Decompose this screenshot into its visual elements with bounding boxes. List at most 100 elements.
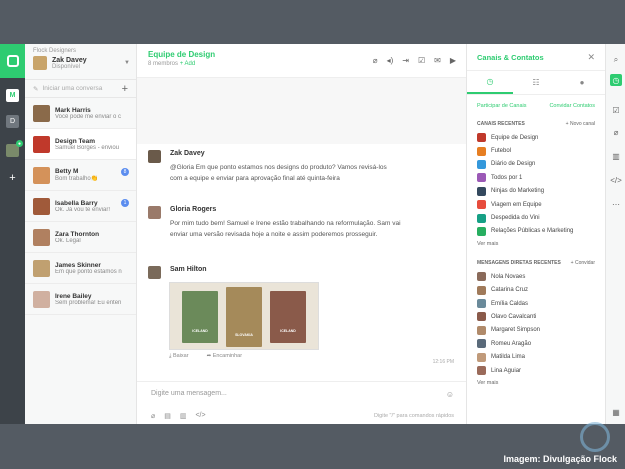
contact-item-label: Margaret Simpson	[491, 327, 541, 334]
contact-item[interactable]: Margaret Simpson	[467, 324, 605, 337]
files-icon[interactable]: ⌀	[610, 126, 622, 138]
contact-item[interactable]: Lina Aguiar	[467, 364, 605, 377]
composer: Digite uma mensagem... ☺ ⌀ ▤ ▥ </> Digit…	[137, 381, 466, 424]
message-input[interactable]: Digite uma mensagem...	[151, 390, 227, 397]
contact-item[interactable]: Nola Novaes	[467, 270, 605, 283]
invite-contacts-link[interactable]: Convidar Contatos	[549, 103, 595, 109]
conversation-preview: Ok. Já vou te enviar!	[55, 206, 111, 213]
channel-item-label: Futebol	[491, 148, 512, 155]
more-icon[interactable]: ⋯	[610, 198, 622, 210]
team-header[interactable]: Flock Designers Zak Davey Disponível ▼	[25, 44, 136, 80]
download-button[interactable]: ⤓ Baixar	[169, 353, 189, 360]
polls-icon[interactable]: ▥	[610, 150, 622, 162]
contact-item[interactable]: Romeu Aragão	[467, 337, 605, 350]
new-channel-button[interactable]: + Novo canal	[566, 121, 595, 127]
close-icon[interactable]: ✕	[587, 52, 595, 63]
conversation-item[interactable]: Zara Thornton Ok. Legal	[25, 222, 136, 253]
start-conversation[interactable]: ✎ Iniciar uma conversa +	[25, 80, 136, 98]
workspace-m[interactable]: M	[6, 89, 19, 102]
conversation-item[interactable]: Irene Bailey Sem problema! Eu enten	[25, 284, 136, 315]
see-more-dms[interactable]: Ver mais	[467, 377, 605, 389]
avatar	[33, 135, 50, 153]
invite-button[interactable]: + Convidar	[571, 260, 595, 266]
message-timestamp: 12:16 PM	[432, 359, 454, 365]
message: Sam Hilton	[148, 266, 458, 279]
conversation-item[interactable]: Design Team Samuel Borges - enviou	[25, 129, 136, 160]
message-history-area	[137, 78, 466, 144]
message-author[interactable]: Gloria Rogers	[170, 206, 458, 213]
see-more-channels[interactable]: Ver mais	[467, 238, 605, 250]
plus-icon[interactable]: +	[122, 83, 128, 95]
channel-item[interactable]: Ninjas do Marketing	[467, 185, 605, 198]
channel-item[interactable]: Viagem em Equipe	[467, 198, 605, 211]
avatar	[148, 150, 161, 163]
shared-image[interactable]: ICELAND SLOVAKIA ICELAND	[169, 282, 319, 350]
add-member-link[interactable]: + Add	[180, 61, 196, 67]
conversation-preview: Ok. Legal	[55, 237, 81, 244]
checkbox-icon[interactable]: ☑	[418, 56, 425, 65]
conversation-preview: Você pode me enviar o c	[55, 113, 122, 120]
poster-label: SLOVAKIA	[235, 333, 253, 337]
channel-item-avatar	[477, 226, 486, 236]
contact-item[interactable]: Catarina Cruz	[467, 284, 605, 297]
conversation-name: Design Team	[55, 137, 95, 145]
join-channels-link[interactable]: Participar de Canais	[477, 103, 527, 109]
channel-item[interactable]: Relações Públicas e Marketing	[467, 225, 605, 238]
snippets-icon[interactable]: </>	[610, 174, 622, 186]
forward-button[interactable]: ➦ Encaminhar	[207, 353, 243, 360]
avatar	[33, 197, 50, 215]
workspace-image[interactable]: ●	[6, 140, 23, 157]
attachment-icon[interactable]: ⌀	[373, 56, 378, 65]
add-workspace-icon[interactable]: +	[6, 171, 19, 184]
flock-app: M D ● + Flock Designers Zak Davey Dispon…	[0, 44, 625, 424]
download-icon: ⤓	[169, 353, 172, 359]
contact-item[interactable]: Matilda Lima	[467, 350, 605, 363]
speaker-icon[interactable]: ◂)	[387, 56, 394, 65]
team-name: Flock Designers	[33, 48, 77, 54]
conversation-preview: Em que ponto estamos n	[55, 268, 122, 275]
search-icon[interactable]: ⌕	[610, 54, 622, 66]
contact-item[interactable]: Olavo Cavalcanti	[467, 310, 605, 323]
conversation-sidebar: Flock Designers Zak Davey Disponível ▼ ✎…	[25, 44, 137, 424]
message-author[interactable]: Zak Davey	[170, 150, 458, 157]
contact-item[interactable]: Emília Caldas	[467, 297, 605, 310]
chart-icon[interactable]: ▥	[180, 412, 187, 420]
conversation-name: Mark Harris	[55, 106, 91, 114]
conversation-item[interactable]: Isabella Barry Ok. Já vou te enviar! 1	[25, 191, 136, 222]
chevron-down-icon[interactable]: ▼	[124, 60, 130, 66]
message-author[interactable]: Sam Hilton	[170, 266, 458, 273]
channel-item-avatar	[477, 200, 486, 210]
recent-icon[interactable]: ◷	[610, 74, 622, 86]
channel-item[interactable]: Despedida do Vini	[467, 211, 605, 224]
contact-item-label: Matilda Lima	[491, 354, 526, 361]
todo-icon[interactable]: ☑	[610, 104, 622, 116]
flock-logo[interactable]	[0, 44, 25, 78]
workspace-d[interactable]: D	[6, 115, 19, 128]
channel-item[interactable]: Diário de Design	[467, 158, 605, 171]
conversation-item[interactable]: James Skinner Em que ponto estamos n	[25, 253, 136, 284]
code-icon[interactable]: </>	[195, 412, 205, 420]
conversation-item[interactable]: Betty M Bom trabalho👏 8	[25, 160, 136, 191]
exit-icon[interactable]: ⇥	[402, 56, 409, 65]
channel-item[interactable]: Futebol	[467, 144, 605, 157]
mail-icon[interactable]: ✉	[434, 56, 441, 65]
channel-item-avatar	[477, 186, 486, 196]
video-icon[interactable]: ▶	[450, 56, 456, 65]
attach-icon[interactable]: ⌀	[151, 412, 155, 420]
member-count[interactable]: 8 membros	[148, 61, 178, 67]
apps-grid-icon[interactable]: ▦	[610, 406, 622, 418]
tab-groups-icon[interactable]: ☷	[513, 71, 559, 94]
contact-item-avatar	[477, 299, 486, 309]
notification-dot: ●	[16, 140, 23, 147]
emoji-icon[interactable]: ☺	[446, 390, 454, 399]
conversation-item[interactable]: Mark Harris Você pode me enviar o c	[25, 98, 136, 129]
file-icon[interactable]: ▤	[164, 412, 171, 420]
contact-item-label: Emília Caldas	[491, 300, 529, 307]
channel-item-avatar	[477, 213, 486, 223]
tab-recent-clock-icon[interactable]: ◷	[467, 71, 513, 94]
tab-contacts-person-icon[interactable]: ●	[559, 71, 605, 94]
dm-header: Mensagens diretas recentes	[477, 260, 561, 267]
channel-item[interactable]: Todos por 1	[467, 171, 605, 184]
message-text: Por mim tudo bem! Samuel e Irene estão t…	[170, 220, 401, 238]
channel-item[interactable]: Equipe de Design	[467, 131, 605, 144]
